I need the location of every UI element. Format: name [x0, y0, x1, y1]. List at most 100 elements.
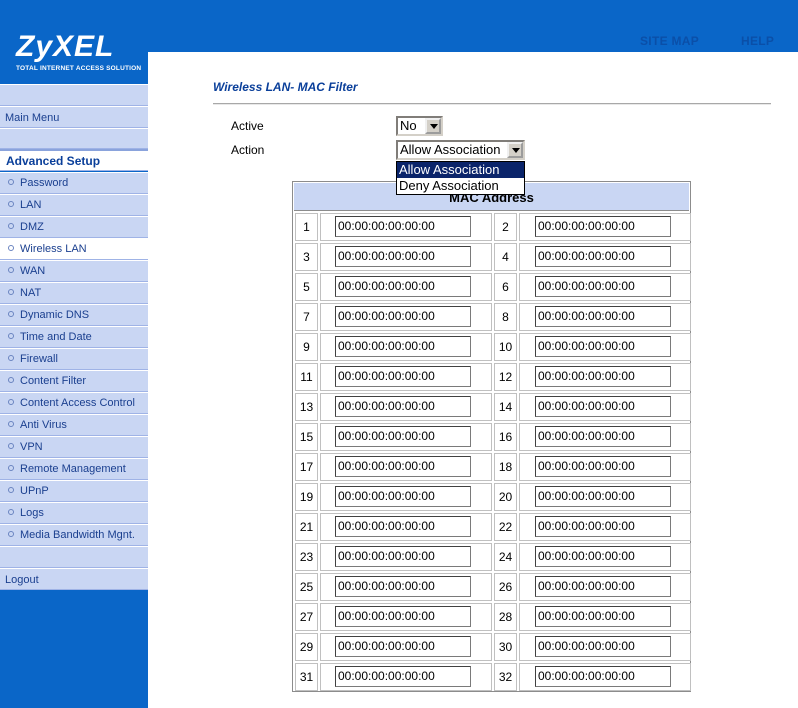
- sidebar-item-dmz[interactable]: DMZ: [0, 216, 148, 238]
- sidebar-item-logs[interactable]: Logs: [0, 502, 148, 524]
- radio-bullet-icon: [8, 201, 14, 207]
- sidebar-item-password[interactable]: Password: [0, 172, 148, 194]
- mac-address-input[interactable]: 00:00:00:00:00:00: [535, 366, 671, 387]
- mac-address-input[interactable]: 00:00:00:00:00:00: [335, 546, 471, 567]
- mac-index: 1: [295, 213, 318, 241]
- sidebar-item-wan[interactable]: WAN: [0, 260, 148, 282]
- mac-address-input[interactable]: 00:00:00:00:00:00: [535, 546, 671, 567]
- sidebar-item-label: Time and Date: [20, 331, 92, 343]
- action-label: Action: [231, 143, 265, 157]
- mac-index: 9: [295, 333, 318, 361]
- mac-index: 23: [295, 543, 318, 571]
- sidebar-item-media-bandwidth-mgnt[interactable]: Media Bandwidth Mgnt.: [0, 524, 148, 546]
- help-link[interactable]: HELP: [741, 34, 774, 48]
- sidebar-item-time-and-date[interactable]: Time and Date: [0, 326, 148, 348]
- sidebar-item-label: Content Filter: [20, 375, 87, 387]
- site-map-link[interactable]: SITE MAP: [640, 34, 699, 48]
- mac-address-input[interactable]: 00:00:00:00:00:00: [535, 576, 671, 597]
- page-title: Wireless LAN- MAC Filter: [213, 80, 358, 94]
- sidebar-spacer: [0, 84, 148, 106]
- sidebar-item-label: DMZ: [20, 221, 44, 233]
- mac-index: 31: [295, 663, 318, 691]
- sidebar-item-firewall[interactable]: Firewall: [0, 348, 148, 370]
- action-dropdown-list[interactable]: Allow Association Deny Association: [396, 161, 525, 195]
- sidebar-section-title: Advanced Setup: [6, 154, 101, 168]
- mac-address-input[interactable]: 00:00:00:00:00:00: [335, 636, 471, 657]
- mac-index: 12: [494, 363, 517, 391]
- mac-address-input[interactable]: 00:00:00:00:00:00: [535, 606, 671, 627]
- mac-address-input[interactable]: 00:00:00:00:00:00: [335, 486, 471, 507]
- action-select[interactable]: Allow Association: [396, 140, 525, 160]
- sidebar-item-label: Anti Virus: [20, 419, 67, 431]
- mac-address-input[interactable]: 00:00:00:00:00:00: [335, 246, 471, 267]
- mac-index: 29: [295, 633, 318, 661]
- dropdown-option-deny[interactable]: Deny Association: [397, 178, 524, 194]
- mac-index: 11: [295, 363, 318, 391]
- sidebar-item-main-menu[interactable]: Main Menu: [0, 106, 148, 128]
- sidebar-item-content-filter[interactable]: Content Filter: [0, 370, 148, 392]
- radio-bullet-icon: [8, 311, 14, 317]
- mac-index: 21: [295, 513, 318, 541]
- sidebar-item-label: Logout: [5, 574, 39, 586]
- mac-address-input[interactable]: 00:00:00:00:00:00: [335, 276, 471, 297]
- sidebar-item-remote-management[interactable]: Remote Management: [0, 458, 148, 480]
- mac-address-input[interactable]: 00:00:00:00:00:00: [335, 366, 471, 387]
- mac-address-input[interactable]: 00:00:00:00:00:00: [335, 426, 471, 447]
- mac-address-input[interactable]: 00:00:00:00:00:00: [335, 306, 471, 327]
- mac-address-input[interactable]: 00:00:00:00:00:00: [535, 486, 671, 507]
- sidebar-item-content-access-control[interactable]: Content Access Control: [0, 392, 148, 414]
- chevron-down-icon[interactable]: [507, 142, 523, 158]
- mac-address-input[interactable]: 00:00:00:00:00:00: [535, 426, 671, 447]
- sidebar-item-wireless-lan[interactable]: Wireless LAN: [0, 238, 148, 260]
- sidebar-item-label: VPN: [20, 441, 43, 453]
- sidebar-item-lan[interactable]: LAN: [0, 194, 148, 216]
- mac-index: 27: [295, 603, 318, 631]
- active-select[interactable]: No: [396, 116, 443, 136]
- mac-address-input[interactable]: 00:00:00:00:00:00: [535, 246, 671, 267]
- mac-index: 20: [494, 483, 517, 511]
- sidebar-item-label: Password: [20, 177, 69, 189]
- sidebar-item-dynamic-dns[interactable]: Dynamic DNS: [0, 304, 148, 326]
- mac-address-input[interactable]: 00:00:00:00:00:00: [535, 456, 671, 477]
- sidebar-item-label: WAN: [20, 265, 46, 277]
- dropdown-option-allow[interactable]: Allow Association: [397, 162, 524, 178]
- mac-address-input[interactable]: 00:00:00:00:00:00: [535, 396, 671, 417]
- sidebar-item-label: Firewall: [20, 353, 58, 365]
- mac-address-input[interactable]: 00:00:00:00:00:00: [535, 516, 671, 537]
- radio-bullet-icon: [8, 267, 14, 273]
- sidebar-item-upnp[interactable]: UPnP: [0, 480, 148, 502]
- mac-address-input[interactable]: 00:00:00:00:00:00: [535, 666, 671, 687]
- title-divider: [213, 103, 771, 105]
- radio-bullet-icon: [8, 333, 14, 339]
- chevron-down-icon[interactable]: [425, 118, 441, 134]
- sidebar-item-anti-virus[interactable]: Anti Virus: [0, 414, 148, 436]
- sidebar-section-advanced-setup: Advanced Setup: [0, 149, 148, 171]
- sidebar-item-nat[interactable]: NAT: [0, 282, 148, 304]
- mac-address-input[interactable]: 00:00:00:00:00:00: [335, 216, 471, 237]
- mac-address-input[interactable]: 00:00:00:00:00:00: [335, 666, 471, 687]
- mac-index: 8: [494, 303, 517, 331]
- mac-address-input[interactable]: 00:00:00:00:00:00: [535, 306, 671, 327]
- mac-address-input[interactable]: 00:00:00:00:00:00: [335, 606, 471, 627]
- mac-index: 17: [295, 453, 318, 481]
- logo-tagline: TOTAL INTERNET ACCESS SOLUTION: [16, 65, 142, 72]
- mac-address-input[interactable]: 00:00:00:00:00:00: [335, 516, 471, 537]
- mac-address-input[interactable]: 00:00:00:00:00:00: [535, 336, 671, 357]
- radio-bullet-icon: [8, 487, 14, 493]
- sidebar-item-logout[interactable]: Logout: [0, 568, 148, 590]
- mac-address-input[interactable]: 00:00:00:00:00:00: [335, 396, 471, 417]
- mac-address-input[interactable]: 00:00:00:00:00:00: [535, 636, 671, 657]
- radio-bullet-icon: [8, 377, 14, 383]
- mac-address-input[interactable]: 00:00:00:00:00:00: [535, 276, 671, 297]
- mac-index: 4: [494, 243, 517, 271]
- radio-bullet-icon: [8, 289, 14, 295]
- sidebar-item-vpn[interactable]: VPN: [0, 436, 148, 458]
- mac-address-input[interactable]: 00:00:00:00:00:00: [335, 456, 471, 477]
- mac-address-input[interactable]: 00:00:00:00:00:00: [335, 576, 471, 597]
- mac-index: 14: [494, 393, 517, 421]
- action-select-value: Allow Association: [400, 142, 501, 157]
- mac-address-input[interactable]: 00:00:00:00:00:00: [335, 336, 471, 357]
- mac-address-input[interactable]: 00:00:00:00:00:00: [535, 216, 671, 237]
- mac-index: 22: [494, 513, 517, 541]
- mac-index: 32: [494, 663, 517, 691]
